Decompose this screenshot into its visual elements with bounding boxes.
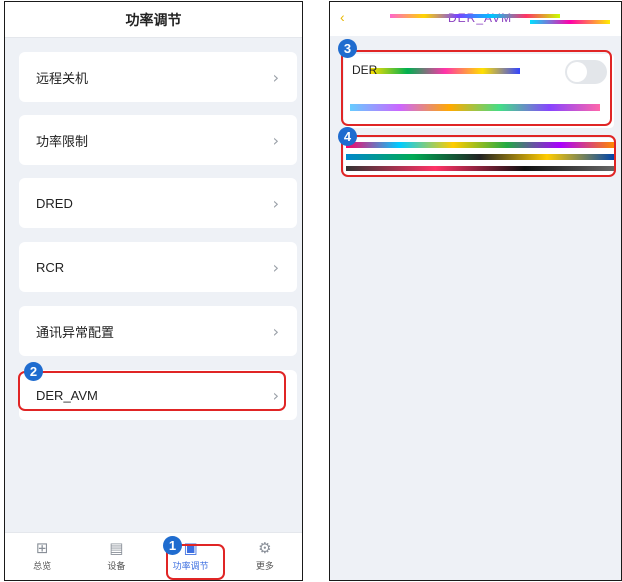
menu-item-label: 通讯异常配置 xyxy=(36,324,115,340)
menu-item-label: RCR xyxy=(36,259,65,275)
title-bar: 功率调节 xyxy=(5,2,302,38)
menu-item-rcr[interactable]: RCR › xyxy=(19,242,297,292)
tab-overview[interactable]: ⊞ 总览 xyxy=(5,533,79,580)
page-title: 功率调节 xyxy=(125,11,182,28)
highlight-der-avm xyxy=(18,371,286,411)
menu-item-dred[interactable]: DRED › xyxy=(19,178,297,228)
tab-device[interactable]: ▤ 设备 xyxy=(79,533,153,580)
render-noise xyxy=(390,14,560,18)
tab-label: 设备 xyxy=(107,561,126,571)
menu-item-comm-fault-config[interactable]: 通讯异常配置 › xyxy=(19,306,297,356)
chevron-right-icon: › xyxy=(272,321,279,341)
bottom-tab-bar: ⊞ 总览 ▤ 设备 ▣ 功率调节 ⚙ 更多 xyxy=(5,532,302,580)
device-icon: ▤ xyxy=(109,539,124,557)
grid-icon: ⊞ xyxy=(35,539,49,557)
step-badge-4: 4 xyxy=(338,127,357,146)
gear-icon: ⚙ xyxy=(258,539,272,557)
highlight-params-card xyxy=(341,135,616,177)
highlight-der-card xyxy=(341,50,612,126)
chevron-right-icon: › xyxy=(272,67,279,87)
step-badge-1: 1 xyxy=(163,536,182,555)
tab-label: 总览 xyxy=(33,561,52,571)
render-noise xyxy=(530,20,610,24)
tab-label: 更多 xyxy=(255,561,274,571)
chevron-right-icon: › xyxy=(272,130,279,150)
step-badge-3: 3 xyxy=(338,39,357,58)
der-avm-header: ‹ DER_AVM xyxy=(330,2,621,36)
tab-more[interactable]: ⚙ 更多 xyxy=(228,533,302,580)
phone-left-screen: 功率调节 远程关机 › 功率限制 › DRED › RCR › 通讯异常配置 ›… xyxy=(4,1,303,581)
chevron-right-icon: › xyxy=(272,257,279,277)
menu-item-label: DRED xyxy=(36,195,73,211)
menu-item-label: 功率限制 xyxy=(36,133,89,149)
menu-item-remote-shutdown[interactable]: 远程关机 › xyxy=(19,52,297,102)
chevron-right-icon: › xyxy=(272,193,279,213)
back-arrow-icon[interactable]: ‹ xyxy=(340,9,345,25)
menu-item-power-limit[interactable]: 功率限制 › xyxy=(19,115,297,165)
step-badge-2: 2 xyxy=(24,362,43,381)
menu-item-label: 远程关机 xyxy=(36,70,89,86)
